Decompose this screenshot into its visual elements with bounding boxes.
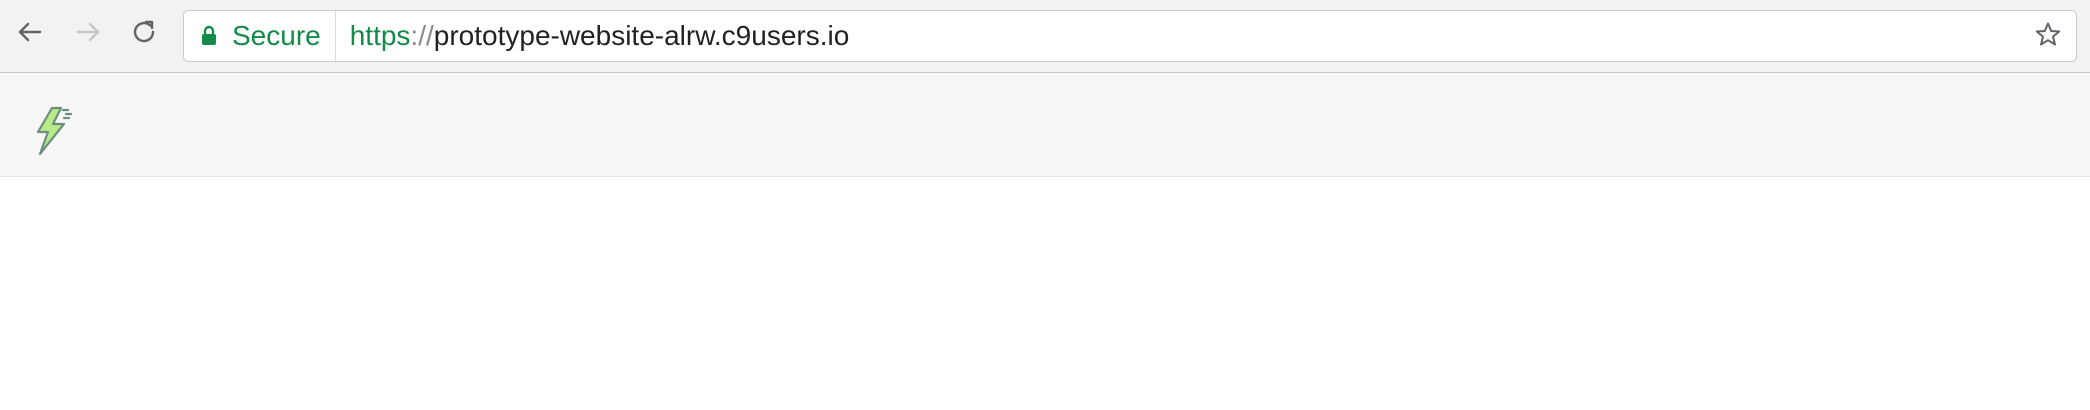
site-navbar	[0, 73, 2090, 177]
secure-label: Secure	[232, 20, 321, 51]
url-host: prototype-website-alrw.c9users.io	[433, 20, 850, 51]
url-text[interactable]: https://prototype-website-alrw.c9users.i…	[350, 10, 850, 62]
page-content	[0, 177, 2090, 410]
star-outline-icon	[2034, 21, 2062, 54]
security-indicator[interactable]: Secure	[184, 11, 336, 61]
forward-button[interactable]	[70, 14, 106, 50]
reload-icon	[128, 16, 160, 48]
browser-toolbar: Secure https://prototype-website-alrw.c9…	[0, 0, 2090, 73]
back-arrow-icon	[14, 16, 46, 48]
url-separator: ://	[410, 20, 434, 51]
reload-button[interactable]	[126, 14, 162, 50]
back-button[interactable]	[12, 14, 48, 50]
lightning-bolt-icon	[30, 106, 73, 160]
address-bar[interactable]: Secure https://prototype-website-alrw.c9…	[183, 10, 2077, 62]
url-scheme: https	[349, 20, 411, 51]
brand-logo-link[interactable]	[30, 106, 73, 156]
bookmark-button[interactable]	[2034, 21, 2062, 54]
forward-arrow-icon	[72, 16, 104, 48]
lock-icon	[200, 25, 218, 47]
